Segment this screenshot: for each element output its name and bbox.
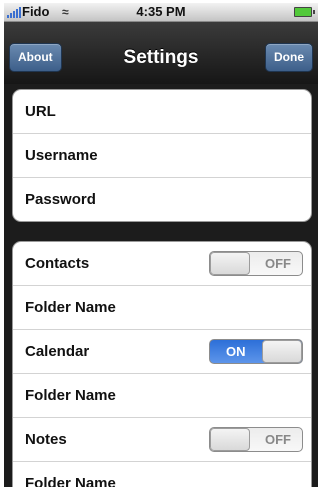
battery-icon <box>294 7 315 17</box>
contacts-row: Contacts OFF <box>13 242 311 286</box>
folder-name-label: Folder Name <box>25 475 116 487</box>
url-label: URL <box>25 103 56 120</box>
toggle-state-text: OFF <box>265 256 291 271</box>
calendar-toggle[interactable]: ON <box>209 339 303 364</box>
username-row[interactable]: Username <box>13 134 311 178</box>
calendar-row: Calendar ON <box>13 330 311 374</box>
device-screen: Fido ≈ 4:35 PM About Settings Done URL U… <box>4 3 318 487</box>
toggle-knob <box>262 340 302 363</box>
notes-label: Notes <box>25 431 67 448</box>
folder-name-label: Folder Name <box>25 387 116 404</box>
status-time: 4:35 PM <box>136 4 186 19</box>
password-row[interactable]: Password <box>13 178 311 221</box>
password-label: Password <box>25 191 96 208</box>
notes-row: Notes OFF <box>13 418 311 462</box>
status-bar: Fido ≈ 4:35 PM <box>4 3 318 22</box>
contacts-label: Contacts <box>25 255 90 272</box>
notes-toggle[interactable]: OFF <box>209 427 303 452</box>
username-label: Username <box>25 147 98 164</box>
calendar-label: Calendar <box>25 343 90 360</box>
navigation-bar: About Settings Done <box>4 22 318 84</box>
calendar-folder-name-row[interactable]: Folder Name <box>13 374 311 418</box>
url-row[interactable]: URL <box>13 90 311 134</box>
toggle-state-text: ON <box>226 344 246 359</box>
toggle-knob <box>210 252 250 275</box>
done-button[interactable]: Done <box>265 43 313 72</box>
contacts-toggle[interactable]: OFF <box>209 251 303 276</box>
contacts-folder-name-row[interactable]: Folder Name <box>13 286 311 330</box>
notes-folder-name-row[interactable]: Folder Name <box>13 462 311 487</box>
account-settings-group: URL Username Password <box>12 89 312 222</box>
folder-name-label: Folder Name <box>25 299 116 316</box>
sync-settings-group: Contacts OFF Folder Name Calendar ON Fol… <box>12 241 312 487</box>
toggle-knob <box>210 428 250 451</box>
toggle-state-text: OFF <box>265 432 291 447</box>
